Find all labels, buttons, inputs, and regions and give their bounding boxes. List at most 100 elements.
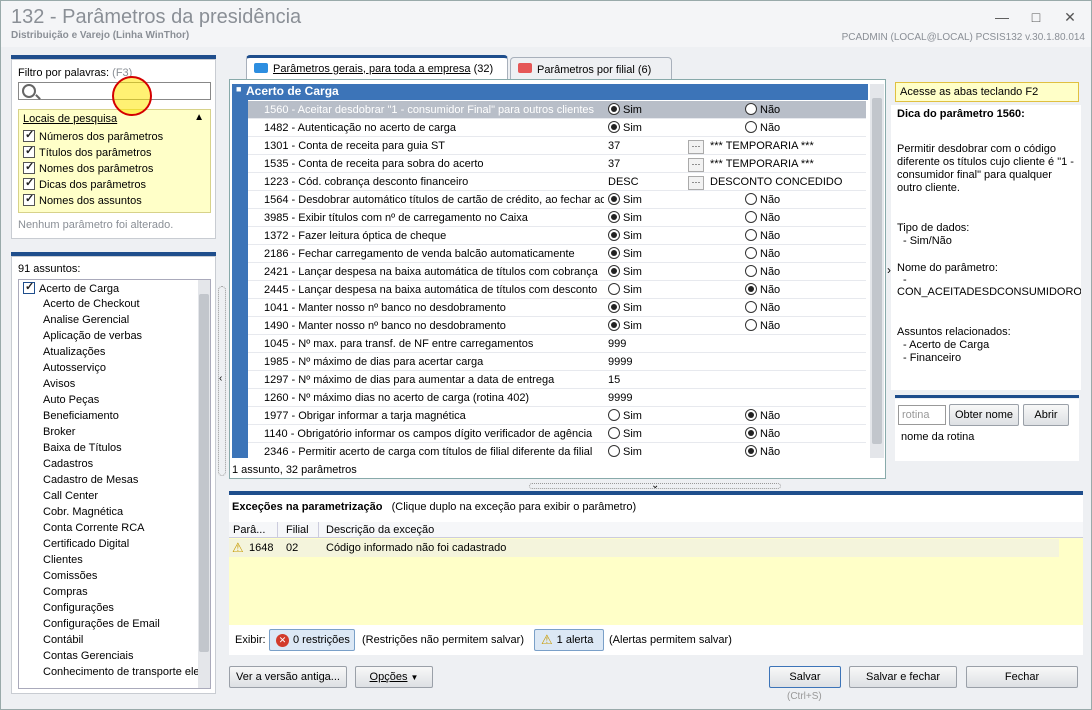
subject-item[interactable]: Atualizações	[43, 346, 105, 358]
minimize-icon[interactable]: —	[989, 7, 1015, 27]
subject-item[interactable]: Avisos	[43, 378, 75, 390]
param-row[interactable]: 2346 - Permitir acerto de carga com títu…	[248, 443, 866, 458]
radio-sim[interactable]: Sim	[608, 283, 642, 296]
subject-item[interactable]: Aplicação de verbas	[43, 330, 142, 342]
param-value[interactable]: 37	[608, 140, 620, 152]
collapse-group-icon[interactable]: ■	[236, 84, 241, 94]
param-row[interactable]: 2445 - Lançar despesa na baixa automátic…	[248, 281, 866, 299]
checkbox[interactable]	[23, 128, 35, 142]
radio-sim[interactable]: Sim	[608, 265, 642, 278]
subject-item[interactable]: Configurações de Email	[43, 618, 160, 630]
old-version-button[interactable]: Ver a versão antiga...	[229, 666, 347, 688]
save-button[interactable]: Salvar	[769, 666, 841, 688]
alerts-button[interactable]: ⚠ 1 alerta	[534, 629, 604, 651]
param-row[interactable]: 2186 - Fechar carregamento de venda balc…	[248, 245, 866, 263]
subjects-scrollbar[interactable]	[198, 280, 210, 688]
subject-item[interactable]: Compras	[43, 586, 88, 598]
get-name-button[interactable]: Obter nome	[949, 404, 1019, 426]
param-row[interactable]: 1985 - Nº máximo de dias para acertar ca…	[248, 353, 866, 371]
radio-nao[interactable]: Não	[745, 211, 780, 224]
chevron-left-icon[interactable]: ‹	[219, 373, 222, 384]
subject-item[interactable]: Contas Gerenciais	[43, 650, 134, 662]
param-row[interactable]: 1260 - Nº máximo dias no acerto de carga…	[248, 389, 866, 407]
search-location-option[interactable]: Dicas dos parâmetros	[23, 176, 146, 191]
param-row[interactable]: 1535 - Conta de receita para sobra do ac…	[248, 155, 866, 173]
checkbox[interactable]	[23, 176, 35, 190]
subject-item[interactable]: Autosserviço	[43, 362, 106, 374]
subject-item[interactable]: Analise Gerencial	[43, 314, 129, 326]
restrictions-button[interactable]: ✕ 0 restrições	[269, 629, 355, 651]
subject-item[interactable]: Broker	[43, 426, 75, 438]
radio-sim[interactable]: Sim	[608, 121, 642, 134]
radio-nao[interactable]: Não	[745, 247, 780, 260]
subject-item[interactable]: Contábil	[43, 634, 83, 646]
param-value[interactable]: 9999	[608, 392, 632, 404]
params-scrollbar[interactable]	[870, 84, 884, 458]
subject-item[interactable]: Conta Corrente RCA	[43, 522, 145, 534]
param-row[interactable]: 2421 - Lançar despesa na baixa automátic…	[248, 263, 866, 281]
checkbox[interactable]	[23, 144, 35, 158]
checkbox[interactable]	[23, 192, 35, 206]
param-row[interactable]: 1564 - Desdobrar automático títulos de c…	[248, 191, 866, 209]
param-row[interactable]: 1372 - Fazer leitura óptica de cheque Sim…	[248, 227, 866, 245]
maximize-icon[interactable]: □	[1023, 7, 1049, 27]
radio-sim[interactable]: Sim	[608, 319, 642, 332]
param-value[interactable]: 999	[608, 338, 626, 350]
subject-item[interactable]: Comissões	[43, 570, 97, 582]
param-value[interactable]: 15	[608, 374, 620, 386]
param-value[interactable]: DESC	[608, 176, 639, 188]
exception-row[interactable]: ⚠ 1648 02 Código informado não foi cadas…	[229, 539, 1059, 557]
collapse-icon[interactable]: ▲	[194, 112, 204, 123]
subject-item[interactable]: Auto Peças	[43, 394, 99, 406]
param-row[interactable]: 1041 - Manter nosso nº banco no desdobra…	[248, 299, 866, 317]
radio-nao[interactable]: Não	[745, 229, 780, 242]
radio-nao[interactable]: Não	[745, 121, 780, 134]
subject-item[interactable]: Acerto de Checkout	[43, 298, 140, 310]
subject-item[interactable]: Certificado Digital	[43, 538, 129, 550]
subject-item[interactable]: Beneficiamento	[43, 410, 119, 422]
param-row[interactable]: 1560 - Aceitar desdobrar "1 - consumidor…	[248, 101, 866, 119]
radio-sim[interactable]: Sim	[608, 445, 642, 458]
chevron-down-icon[interactable]: ⌄	[651, 480, 659, 491]
radio-nao[interactable]: Não	[745, 283, 780, 296]
param-row[interactable]: 1223 - Cód. cobrança desconto financeiro…	[248, 173, 866, 191]
lookup-button[interactable]: ···	[688, 138, 708, 154]
subject-item[interactable]: Conhecimento de transporte ele	[43, 666, 200, 678]
radio-sim[interactable]: Sim	[608, 229, 642, 242]
param-row[interactable]: 1140 - Obrigatório informar os campos dí…	[248, 425, 866, 443]
subject-item[interactable]: Cadastros	[43, 458, 93, 470]
routine-input[interactable]: rotina	[898, 405, 946, 425]
search-location-option[interactable]: Títulos dos parâmetros	[23, 144, 152, 159]
subject-item[interactable]: Configurações	[43, 602, 114, 614]
group-header[interactable]: ■ Acerto de Carga	[232, 84, 868, 100]
param-value[interactable]: 9999	[608, 356, 632, 368]
open-button[interactable]: Abrir	[1023, 404, 1069, 426]
close-icon[interactable]: ✕	[1057, 7, 1083, 27]
radio-sim[interactable]: Sim	[608, 247, 642, 260]
subject-item[interactable]: Acerto de Carga	[23, 280, 119, 295]
radio-nao[interactable]: Não	[745, 409, 780, 422]
search-location-option[interactable]: Números dos parâmetros	[23, 128, 163, 143]
radio-nao[interactable]: Não	[745, 193, 780, 206]
radio-sim[interactable]: Sim	[608, 103, 642, 116]
param-row[interactable]: 3985 - Exibir títulos com nº de carregam…	[248, 209, 866, 227]
radio-sim[interactable]: Sim	[608, 427, 642, 440]
param-value[interactable]: 37	[608, 158, 620, 170]
param-row[interactable]: 1301 - Conta de receita para guia ST 37 ··…	[248, 137, 866, 155]
lookup-button[interactable]: ···	[688, 156, 708, 172]
search-location-option[interactable]: Nomes dos assuntos	[23, 192, 142, 207]
subject-item[interactable]: Cobr. Magnética	[43, 506, 123, 518]
param-row[interactable]: 1045 - Nº max. para transf. de NF entre …	[248, 335, 866, 353]
radio-nao[interactable]: Não	[745, 319, 780, 332]
checkbox[interactable]	[23, 280, 35, 294]
col-filial[interactable]: Filial	[286, 524, 309, 536]
radio-nao[interactable]: Não	[745, 427, 780, 440]
subject-item[interactable]: Cadastro de Mesas	[43, 474, 138, 486]
tab-general[interactable]: Parâmetros gerais, para toda a empresa (…	[246, 55, 508, 79]
radio-nao[interactable]: Não	[745, 265, 780, 278]
search-location-option[interactable]: Nomes dos parâmetros	[23, 160, 153, 175]
close-button[interactable]: Fechar	[966, 666, 1078, 688]
param-row[interactable]: 1482 - Autenticação no acerto de carga Si…	[248, 119, 866, 137]
col-desc[interactable]: Descrição da exceção	[326, 524, 434, 536]
subject-item[interactable]: Clientes	[43, 554, 83, 566]
